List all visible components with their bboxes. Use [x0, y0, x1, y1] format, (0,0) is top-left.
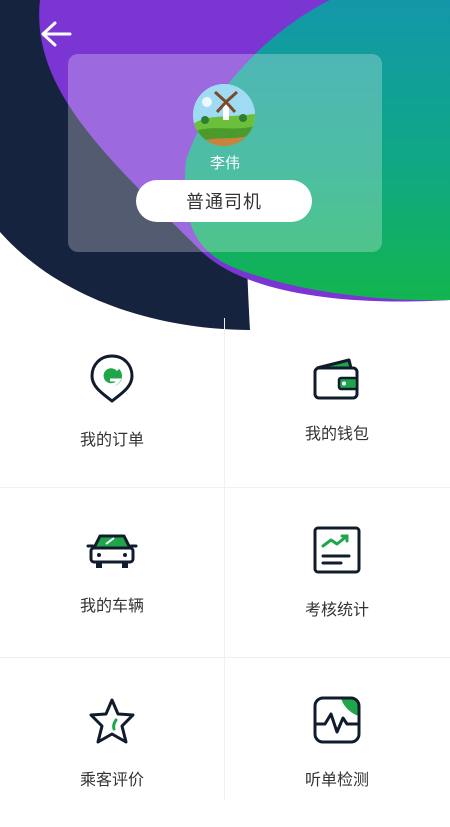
back-button[interactable]	[30, 14, 80, 54]
menu-item-reviews[interactable]: 乘客评价	[0, 658, 224, 827]
location-pin-order-icon	[90, 354, 134, 403]
pulse-monitor-icon	[313, 696, 361, 744]
windmill-landscape-avatar	[193, 84, 255, 146]
driver-role-badge[interactable]: 普通司机	[136, 180, 312, 222]
star-icon	[89, 698, 135, 744]
arrow-left-icon	[41, 21, 72, 47]
user-name: 李伟	[209, 154, 240, 172]
statistics-chart-icon	[313, 526, 361, 574]
menu-item-wallet[interactable]: 我的钱包	[225, 318, 449, 487]
menu-item-label: 我的订单	[79, 430, 144, 449]
menu-item-detection[interactable]: 听单检测	[225, 658, 449, 827]
profile-card: 李伟 普通司机	[68, 54, 382, 252]
wallet-icon	[313, 358, 359, 400]
menu-item-label: 乘客评价	[79, 770, 144, 789]
menu-grid: 我的订单 我的钱包 我的车辆 考核统计 乘客评价 听单检测	[0, 318, 450, 800]
menu-item-statistics[interactable]: 考核统计	[225, 488, 449, 657]
car-icon	[86, 534, 138, 568]
menu-item-orders[interactable]: 我的订单	[0, 318, 224, 487]
menu-item-label: 我的车辆	[79, 596, 144, 615]
avatar[interactable]	[193, 84, 255, 146]
menu-item-label: 考核统计	[304, 600, 369, 619]
menu-item-vehicle[interactable]: 我的车辆	[0, 488, 224, 657]
menu-item-label: 听单检测	[304, 770, 369, 789]
menu-item-label: 我的钱包	[304, 424, 369, 443]
